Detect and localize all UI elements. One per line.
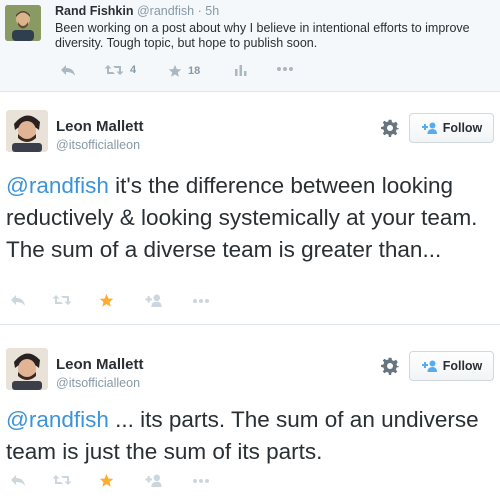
follow-button[interactable]: Follow xyxy=(409,113,494,143)
follow-icon xyxy=(145,474,162,487)
follow-icon xyxy=(421,122,437,134)
more-button[interactable] xyxy=(277,66,293,72)
retweet-icon xyxy=(52,475,72,485)
author-handle[interactable]: @itsofficialleon xyxy=(56,138,140,152)
reply-icon xyxy=(11,475,25,486)
follow-action-button[interactable] xyxy=(144,294,162,307)
author-name[interactable]: Leon Mallett xyxy=(56,118,144,135)
separator-dot: · xyxy=(197,4,202,18)
mention-link[interactable]: @randfish xyxy=(6,407,109,432)
avatar[interactable] xyxy=(5,5,41,41)
favorite-icon xyxy=(168,64,182,77)
more-button[interactable] xyxy=(193,298,209,304)
author-name[interactable]: Rand Fishkin xyxy=(55,4,133,18)
quoted-tweet: Rand Fishkin @randfish · 5h Been working… xyxy=(0,0,500,92)
analytics-button[interactable] xyxy=(235,64,247,76)
favorite-icon xyxy=(99,473,114,487)
tweet-text: @randfish ... its parts. The sum of an u… xyxy=(6,404,491,468)
favorite-button[interactable] xyxy=(99,473,114,488)
tweet-actions xyxy=(6,293,306,310)
tweet: Leon Mallett @itsofficialleon Follow @ra… xyxy=(0,96,500,325)
favorite-button[interactable]: 18 xyxy=(168,64,200,78)
follow-button[interactable]: Follow xyxy=(409,351,494,381)
author-handle[interactable]: @randfish xyxy=(137,4,194,18)
avatar[interactable] xyxy=(6,110,48,152)
follow-label: Follow xyxy=(442,359,483,373)
retweet-icon xyxy=(104,65,124,75)
tweet-text: @randfish it's the difference between lo… xyxy=(6,170,491,266)
avatar[interactable] xyxy=(6,348,48,390)
favorite-button[interactable] xyxy=(99,293,114,308)
analytics-icon xyxy=(235,65,247,76)
tweet-text: Been working on a post about why I belie… xyxy=(55,21,470,50)
favorite-count: 18 xyxy=(188,65,201,77)
reply-icon xyxy=(11,295,25,306)
favorite-icon xyxy=(99,293,114,307)
more-button[interactable] xyxy=(193,478,209,484)
retweet-count: 4 xyxy=(130,64,137,76)
more-icon xyxy=(277,67,293,71)
mention-link[interactable]: @randfish xyxy=(6,173,109,198)
quoted-tweet-header: Rand Fishkin @randfish · 5h xyxy=(55,4,219,18)
retweet-icon xyxy=(52,295,72,305)
tweet-actions: 4 18 xyxy=(55,64,495,78)
reply-button[interactable] xyxy=(10,294,26,306)
tweet: Leon Mallett @itsofficialleon Follow @ra… xyxy=(0,334,500,504)
retweet-button[interactable] xyxy=(52,474,72,486)
author-name[interactable]: Leon Mallett xyxy=(56,356,144,373)
reply-button[interactable] xyxy=(10,474,26,486)
author-handle[interactable]: @itsofficialleon xyxy=(56,376,140,390)
reply-button[interactable] xyxy=(60,64,76,76)
retweet-button[interactable] xyxy=(52,294,72,306)
follow-icon xyxy=(145,294,162,307)
tweet-actions xyxy=(6,473,306,490)
gear-icon[interactable] xyxy=(381,357,399,375)
more-icon xyxy=(193,299,209,303)
more-icon xyxy=(193,479,209,483)
reply-icon xyxy=(61,65,75,76)
gear-icon[interactable] xyxy=(381,119,399,137)
retweet-button[interactable]: 4 xyxy=(104,64,136,76)
follow-icon xyxy=(421,360,437,372)
follow-action-button[interactable] xyxy=(144,474,162,487)
timestamp[interactable]: 5h xyxy=(205,4,219,18)
follow-label: Follow xyxy=(442,121,483,135)
